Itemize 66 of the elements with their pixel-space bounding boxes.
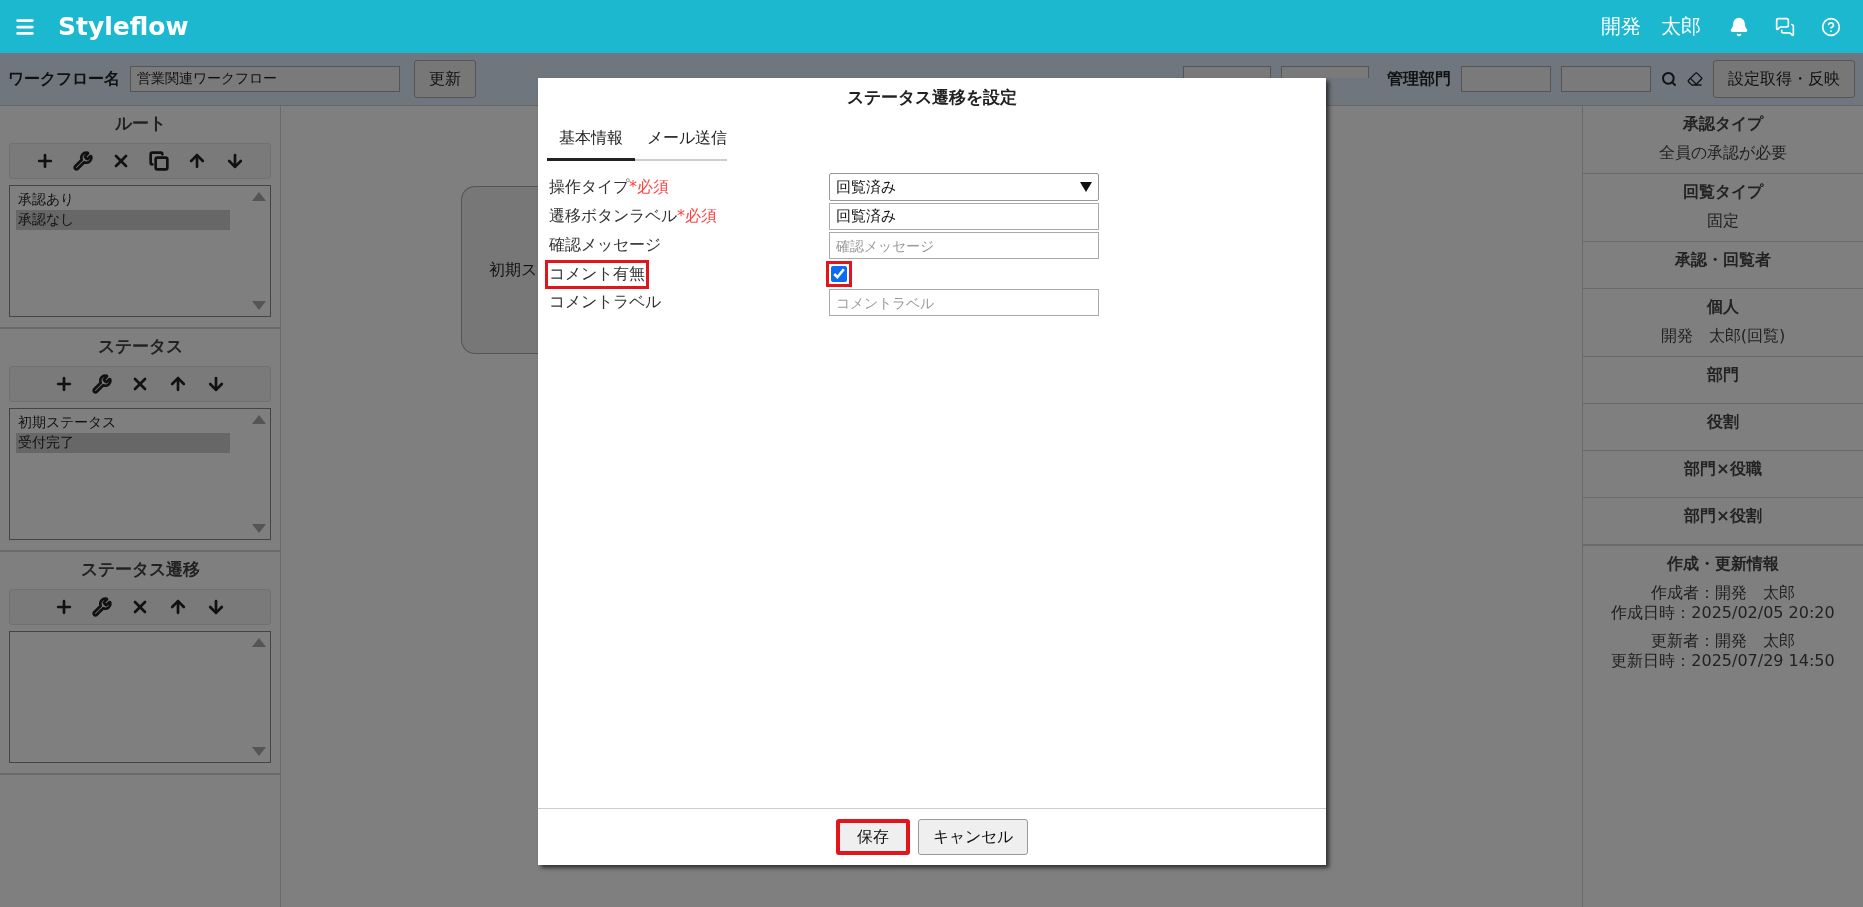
plus-icon[interactable] xyxy=(54,597,74,617)
section-title: ステータス xyxy=(96,335,184,358)
caret-icon xyxy=(1080,182,1092,192)
plus-icon[interactable] xyxy=(35,151,55,171)
section-title: ステータス遷移 xyxy=(79,558,201,581)
generation-field[interactable] xyxy=(1281,66,1369,78)
wrench-icon[interactable] xyxy=(92,597,112,617)
comment-checkbox[interactable] xyxy=(831,266,847,282)
list-item[interactable]: 承認なし xyxy=(16,210,230,230)
info-title: 承認・回覧者 xyxy=(1675,250,1771,271)
field-label: 遷移ボタンラベル*必須 xyxy=(548,205,718,227)
copy-icon[interactable] xyxy=(149,151,169,171)
info-text: 更新者：開発 太郎 xyxy=(1651,631,1795,651)
info-text: 更新日時：2025/07/29 14:50 xyxy=(1611,651,1835,671)
field-label: 操作タイプ*必須 xyxy=(548,175,670,198)
info-title: 個人 xyxy=(1707,297,1739,318)
wrench-icon[interactable] xyxy=(73,151,93,171)
department-label: 管理部門 xyxy=(1387,68,1451,90)
generation-field[interactable] xyxy=(1183,66,1271,78)
workflow-name-label: ワークフロー名 xyxy=(8,68,120,90)
field-label: 確認メッセージ xyxy=(548,234,662,256)
bell-icon[interactable] xyxy=(1729,16,1749,37)
plus-icon[interactable] xyxy=(54,374,74,394)
tab[interactable]: 基本情報 xyxy=(547,122,635,161)
user-name[interactable]: 開発 太郎 xyxy=(1601,13,1701,40)
status-node[interactable]: 初期ス xyxy=(461,186,539,354)
text-field[interactable]: 確認メッセージ xyxy=(829,232,1099,259)
operation-type-select[interactable]: 回覧済み xyxy=(829,173,1099,201)
text-field[interactable]: コメントラベル xyxy=(829,289,1099,316)
field-label: コメント有無 xyxy=(548,262,646,286)
arrow-down-icon[interactable] xyxy=(206,597,226,617)
dialog-title: ステータス遷移を設定 xyxy=(846,86,1018,109)
info-title: 役割 xyxy=(1707,412,1739,433)
workflow-name-field[interactable]: 営業関連ワークフロー xyxy=(130,66,400,92)
brand-logo: Styleflow xyxy=(58,12,190,41)
list-item[interactable]: 受付完了 xyxy=(16,433,230,453)
department-field[interactable] xyxy=(1561,66,1651,92)
section-title: ルート xyxy=(113,112,167,135)
eraser-icon[interactable] xyxy=(1687,71,1703,87)
cancel-button[interactable]: キャンセル xyxy=(918,819,1028,855)
apply-settings-button[interactable]: 設定取得・反映 xyxy=(1713,60,1855,98)
field-label: コメントラベル xyxy=(548,291,662,313)
text-field[interactable]: 回覧済み xyxy=(829,203,1099,230)
info-text: 作成者：開発 太郎 xyxy=(1651,583,1795,603)
info-title: 部門×役職 xyxy=(1684,459,1762,480)
department-field[interactable] xyxy=(1461,66,1551,92)
tab[interactable]: メール送信 xyxy=(635,122,739,161)
info-text: 固定 xyxy=(1707,211,1739,231)
info-title: 部門×役割 xyxy=(1684,506,1762,527)
info-title: 部門 xyxy=(1707,365,1739,386)
info-title: 回覧タイプ xyxy=(1683,182,1763,203)
save-button[interactable]: 保存 xyxy=(836,819,910,855)
help-icon[interactable] xyxy=(1821,16,1841,37)
search-icon[interactable] xyxy=(1661,71,1677,87)
update-button[interactable]: 更新 xyxy=(414,60,476,98)
list-item[interactable]: 初期ステータス xyxy=(16,413,230,433)
wrench-icon[interactable] xyxy=(92,374,112,394)
info-title: 承認タイプ xyxy=(1683,114,1763,135)
arrow-down-icon[interactable] xyxy=(225,151,245,171)
info-title: 作成・更新情報 xyxy=(1667,554,1779,575)
info-text: 作成日時：2025/02/05 20:20 xyxy=(1611,603,1835,623)
info-text: 開発 太郎(回覧) xyxy=(1660,326,1786,346)
arrow-up-icon[interactable] xyxy=(168,597,188,617)
info-text: 全員の承認が必要 xyxy=(1659,143,1787,163)
chat-icon[interactable] xyxy=(1775,16,1795,37)
list-item[interactable]: 承認あり xyxy=(16,190,230,210)
